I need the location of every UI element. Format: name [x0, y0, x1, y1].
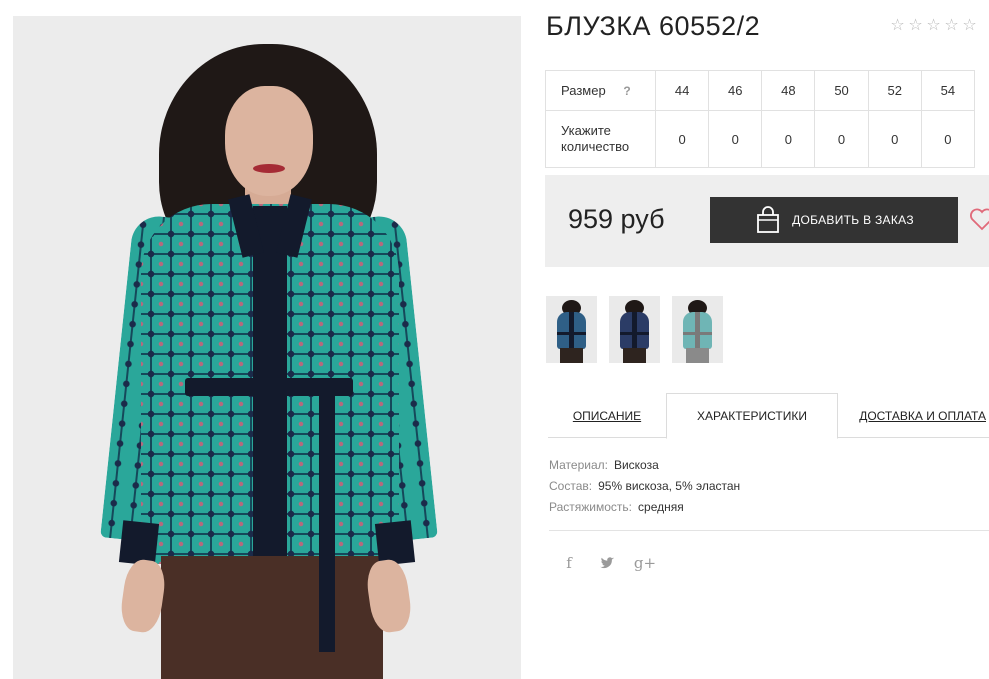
size-help-icon[interactable]: ?	[623, 84, 630, 98]
thumbnail-belt	[683, 332, 712, 335]
twitter-icon[interactable]	[598, 553, 616, 573]
size-cell: 52	[867, 70, 922, 111]
star-icon[interactable]: ☆	[925, 17, 942, 34]
buy-panel: 959 руб ДОБАВИТЬ В ЗАКАЗ	[545, 175, 989, 267]
tab-description[interactable]: ОПИСАНИЕ	[548, 393, 666, 438]
photo-cuff-left	[118, 520, 160, 566]
thumbnail-1[interactable]	[546, 296, 597, 363]
size-label-cell: Размер ?	[545, 70, 656, 111]
quantity-input[interactable]: 0	[708, 110, 763, 168]
thumbnail-placket	[695, 312, 700, 349]
quantity-label-cell: Укажите количество	[545, 110, 656, 168]
quantity-input[interactable]: 0	[867, 110, 922, 168]
thumbnail-2[interactable]	[609, 296, 660, 363]
size-cell: 46	[708, 70, 763, 111]
characteristic-key: Материал:	[549, 458, 608, 472]
characteristic-value: 95% вискоза, 5% эластан	[598, 479, 741, 493]
size-cell: 48	[761, 70, 816, 111]
photo-lips	[253, 164, 285, 173]
size-label: Размер	[561, 83, 606, 98]
star-icon[interactable]: ☆	[961, 17, 978, 34]
facebook-icon[interactable]: f	[560, 553, 578, 573]
size-row: Размер ? 44 46 48 50 52 54	[545, 70, 976, 111]
product-main-image[interactable]	[13, 16, 521, 679]
thumbnail-pants	[686, 348, 709, 363]
quantity-input[interactable]: 0	[920, 110, 976, 168]
thumbnail-placket	[569, 312, 574, 349]
add-to-order-button[interactable]: ДОБАВИТЬ В ЗАКАЗ	[710, 197, 958, 243]
price: 959 руб	[568, 204, 665, 234]
thumbnail-3[interactable]	[672, 296, 723, 363]
quantity-input[interactable]: 0	[814, 110, 869, 168]
thumbnail-belt	[557, 332, 586, 335]
characteristic-key: Растяжимость:	[549, 500, 633, 514]
size-cell: 44	[654, 70, 710, 111]
characteristic-row: Состав: 95% вискоза, 5% эластан	[549, 476, 740, 497]
characteristics-list: Материал: Вискоза Состав: 95% вискоза, 5% …	[549, 455, 740, 518]
heart-icon[interactable]	[968, 205, 989, 233]
google-plus-icon[interactable]: g+	[634, 553, 656, 573]
star-icon[interactable]: ☆	[907, 17, 924, 34]
star-icon[interactable]: ☆	[943, 17, 960, 34]
characteristic-key: Состав:	[549, 479, 593, 493]
quantity-label-line1: Укажите	[561, 123, 611, 138]
size-table: Размер ? 44 46 48 50 52 54 Укажите колич…	[545, 70, 976, 168]
thumbnail-belt	[620, 332, 649, 335]
quantity-label-line2: количество	[561, 139, 630, 154]
characteristic-value: средняя	[638, 500, 684, 514]
product-title: БЛУЗКА 60552/2	[546, 11, 761, 41]
tab-characteristics[interactable]: ХАРАКТЕРИСТИКИ	[666, 393, 838, 439]
quantity-input[interactable]: 0	[761, 110, 816, 168]
characteristic-row: Материал: Вискоза	[549, 455, 740, 476]
characteristic-value: Вискоза	[613, 458, 659, 472]
star-icon[interactable]: ☆	[889, 17, 906, 34]
thumbnail-placket	[632, 312, 637, 349]
social-share: f g+	[560, 553, 656, 573]
size-cell: 50	[814, 70, 869, 111]
thumbnail-pants	[623, 348, 646, 363]
photo-pants	[161, 556, 383, 679]
quantity-input[interactable]: 0	[654, 110, 710, 168]
product-tabs: ОПИСАНИЕ ХАРАКТЕРИСТИКИ ДОСТАВКА И ОПЛАТ…	[548, 393, 989, 439]
characteristic-row: Растяжимость: средняя	[549, 497, 740, 518]
rating-stars[interactable]: ☆ ☆ ☆ ☆ ☆	[889, 17, 978, 34]
photo-belt-tie	[319, 390, 335, 652]
thumbnail-strip	[546, 296, 723, 363]
add-to-order-label: ДОБАВИТЬ В ЗАКАЗ	[792, 213, 914, 227]
shopping-bag-icon	[757, 206, 780, 233]
photo-cuff-right	[374, 520, 416, 566]
quantity-row: Укажите количество 0 0 0 0 0 0	[545, 110, 976, 168]
section-divider	[549, 530, 989, 531]
tab-delivery[interactable]: ДОСТАВКА И ОПЛАТА	[838, 393, 989, 438]
photo-face	[225, 86, 313, 196]
thumbnail-pants	[560, 348, 583, 363]
size-cell: 54	[920, 70, 976, 111]
